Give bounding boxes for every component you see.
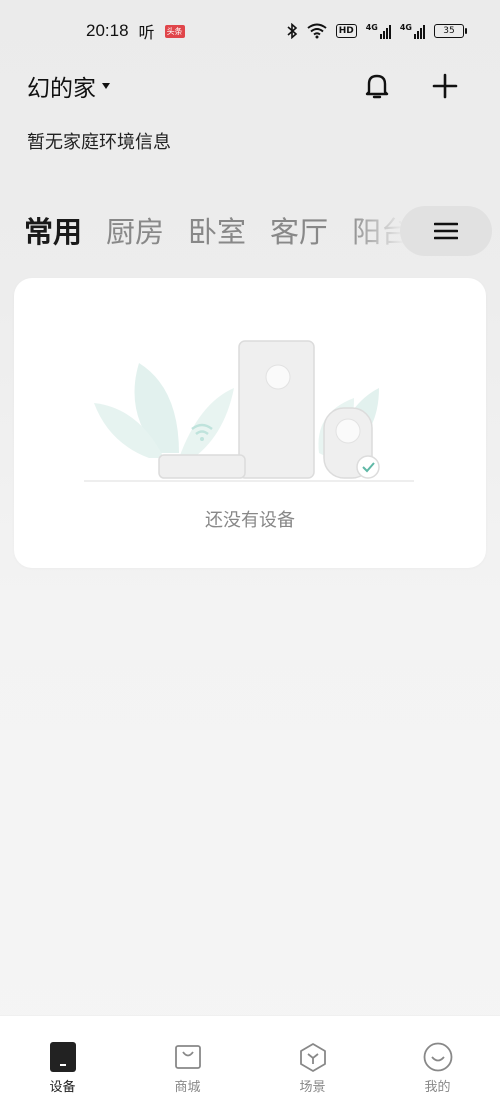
app-notification-icon: 听 <box>138 23 155 42</box>
tab-balcony[interactable]: 阳台 <box>352 209 404 251</box>
header: 幻的家 <box>27 66 460 106</box>
hd-icon: HD <box>335 24 357 38</box>
room-tabs: 常用 厨房 卧室 客厅 阳台 <box>24 204 500 256</box>
plus-icon <box>432 73 458 99</box>
signal-4g-label-1: 4G <box>365 23 378 32</box>
status-left: 20:18 听 头条 <box>86 19 185 43</box>
tab-kitchen[interactable]: 厨房 <box>106 209 164 251</box>
environment-info: 暂无家庭环境信息 <box>27 132 171 153</box>
wifi-icon <box>307 23 327 39</box>
home-selector[interactable]: 幻的家 <box>27 69 110 103</box>
nav-label-scenes: 场景 <box>299 1080 326 1095</box>
nav-scenes[interactable]: 场景 <box>273 1042 353 1095</box>
status-bar: 20:18 听 头条 HD 4G 4G 35 <box>0 0 500 62</box>
nav-label-devices: 设备 <box>49 1080 76 1095</box>
status-time: 20:18 <box>86 21 129 40</box>
header-actions <box>362 71 460 101</box>
signal-bars-icon-1 <box>379 23 391 39</box>
tab-list: 常用 厨房 卧室 客厅 阳台 <box>24 209 404 251</box>
bell-icon <box>365 74 389 99</box>
bottom-nav: 设备 商城 场景 我的 <box>0 1015 500 1111</box>
tab-living-room[interactable]: 客厅 <box>270 209 328 251</box>
battery-icon: 35 <box>434 24 467 38</box>
device-icon <box>48 1042 78 1072</box>
status-right: HD 4G 4G 35 <box>286 23 467 39</box>
tab-common[interactable]: 常用 <box>24 209 82 251</box>
nav-profile[interactable]: 我的 <box>398 1042 478 1095</box>
cube-icon <box>298 1042 328 1072</box>
add-button[interactable] <box>430 71 460 101</box>
device-card: 还没有设备 <box>14 278 486 568</box>
empty-devices-illustration <box>84 340 414 482</box>
tab-bedroom[interactable]: 卧室 <box>188 209 246 251</box>
shopping-bag-icon <box>173 1042 203 1072</box>
home-name: 幻的家 <box>27 76 96 102</box>
bluetooth-icon <box>287 23 297 39</box>
signal-bars-icon-2 <box>414 23 425 39</box>
news-notification-icon: 头条 <box>164 24 185 38</box>
nav-label-mall: 商城 <box>174 1080 201 1095</box>
signal-4g-label-2: 4G <box>399 23 412 32</box>
smile-icon <box>423 1042 453 1072</box>
room-menu-button[interactable] <box>400 206 492 256</box>
caret-down-icon <box>102 83 110 89</box>
empty-state-message: 还没有设备 <box>205 510 295 531</box>
notification-button[interactable] <box>362 71 392 101</box>
nav-mall[interactable]: 商城 <box>148 1042 228 1095</box>
hamburger-menu-icon <box>434 222 458 240</box>
nav-devices[interactable]: 设备 <box>23 1042 103 1095</box>
battery-level: 35 <box>443 26 455 36</box>
nav-label-profile: 我的 <box>424 1080 451 1095</box>
